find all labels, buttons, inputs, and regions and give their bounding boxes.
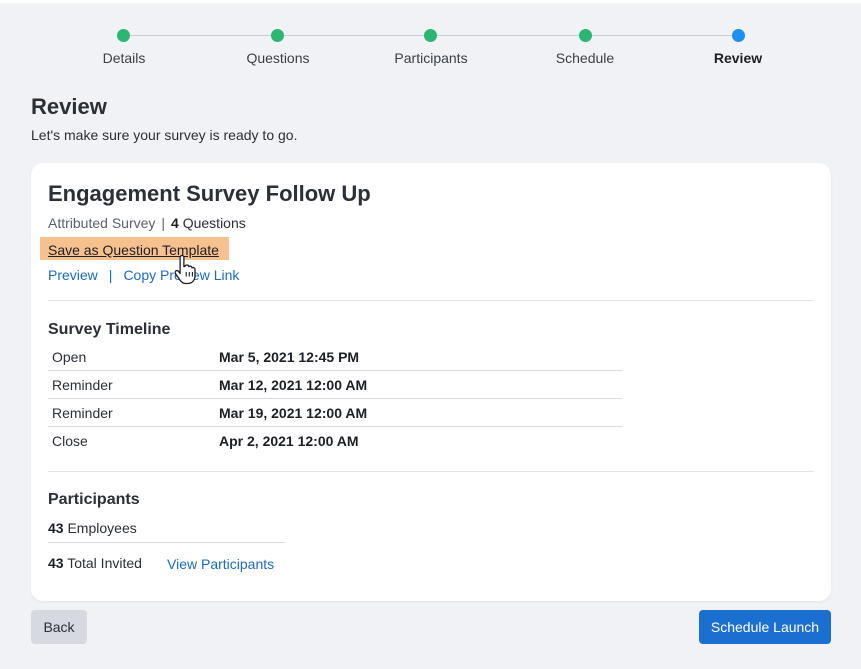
step-schedule[interactable]: Schedule <box>525 50 645 66</box>
step-current-icon <box>732 29 745 42</box>
timeline-value: Mar 19, 2021 12:00 AM <box>219 405 368 421</box>
total-label: Total Invited <box>67 555 142 571</box>
employees-summary: 43 Employees <box>48 520 137 536</box>
step-complete-icon[interactable] <box>424 29 437 42</box>
link-separator: | <box>108 267 113 283</box>
participants-title: Participants <box>48 491 140 508</box>
timeline-value: Mar 12, 2021 12:00 AM <box>219 377 368 393</box>
timeline-row: Reminder Mar 19, 2021 12:00 AM <box>48 399 622 427</box>
preview-link[interactable]: Preview <box>48 267 98 283</box>
timeline-row: Reminder Mar 12, 2021 12:00 AM <box>48 371 622 399</box>
timeline-label: Reminder <box>52 405 113 421</box>
survey-meta: Attributed Survey | 4 Questions <box>48 215 246 231</box>
section-divider <box>48 300 814 301</box>
step-participants[interactable]: Participants <box>371 50 491 66</box>
section-divider <box>48 471 814 472</box>
timeline-label: Close <box>52 433 88 449</box>
page-subtitle: Let's make sure your survey is ready to … <box>31 127 298 143</box>
timeline-label: Reminder <box>52 377 113 393</box>
step-complete-icon[interactable] <box>117 29 130 42</box>
step-connector <box>591 35 732 36</box>
progress-stepper: Details Questions Participants Schedule … <box>0 0 861 80</box>
total-invited-summary: 43 Total Invited <box>48 555 142 571</box>
step-complete-icon[interactable] <box>579 29 592 42</box>
preview-links: Preview|Copy Preview Link <box>48 267 239 283</box>
hand-pointer-icon <box>174 254 196 285</box>
timeline-title: Survey Timeline <box>48 321 171 338</box>
step-questions[interactable]: Questions <box>218 50 338 66</box>
back-button[interactable]: Back <box>31 610 87 644</box>
participants-divider <box>48 542 285 543</box>
step-connector <box>437 35 579 36</box>
step-connector <box>130 35 271 36</box>
employees-label: Employees <box>67 520 137 536</box>
step-details[interactable]: Details <box>64 50 184 66</box>
timeline-row: Open Mar 5, 2021 12:45 PM <box>48 343 622 371</box>
timeline-row: Close Apr 2, 2021 12:00 AM <box>48 427 622 455</box>
step-connector <box>284 35 425 36</box>
timeline-value: Mar 5, 2021 12:45 PM <box>219 349 360 365</box>
step-review: Review <box>713 50 763 66</box>
question-word: Questions <box>182 215 246 231</box>
survey-type: Attributed Survey <box>48 215 156 231</box>
review-card: Engagement Survey Follow Up Attributed S… <box>31 163 831 601</box>
question-count: 4 <box>171 215 179 231</box>
employees-count: 43 <box>48 520 64 536</box>
total-count: 43 <box>48 555 64 571</box>
meta-separator: | <box>161 215 166 231</box>
step-complete-icon[interactable] <box>271 29 284 42</box>
timeline-value: Apr 2, 2021 12:00 AM <box>219 433 359 449</box>
save-as-template-link[interactable]: Save as Question Template <box>40 237 229 260</box>
survey-title: Engagement Survey Follow Up <box>48 181 371 206</box>
survey-timeline-table: Open Mar 5, 2021 12:45 PM Reminder Mar 1… <box>48 343 622 455</box>
page-title: Review <box>31 94 107 119</box>
timeline-label: Open <box>52 349 87 365</box>
schedule-launch-button[interactable]: Schedule Launch <box>699 610 831 644</box>
view-participants-link[interactable]: View Participants <box>167 556 274 572</box>
